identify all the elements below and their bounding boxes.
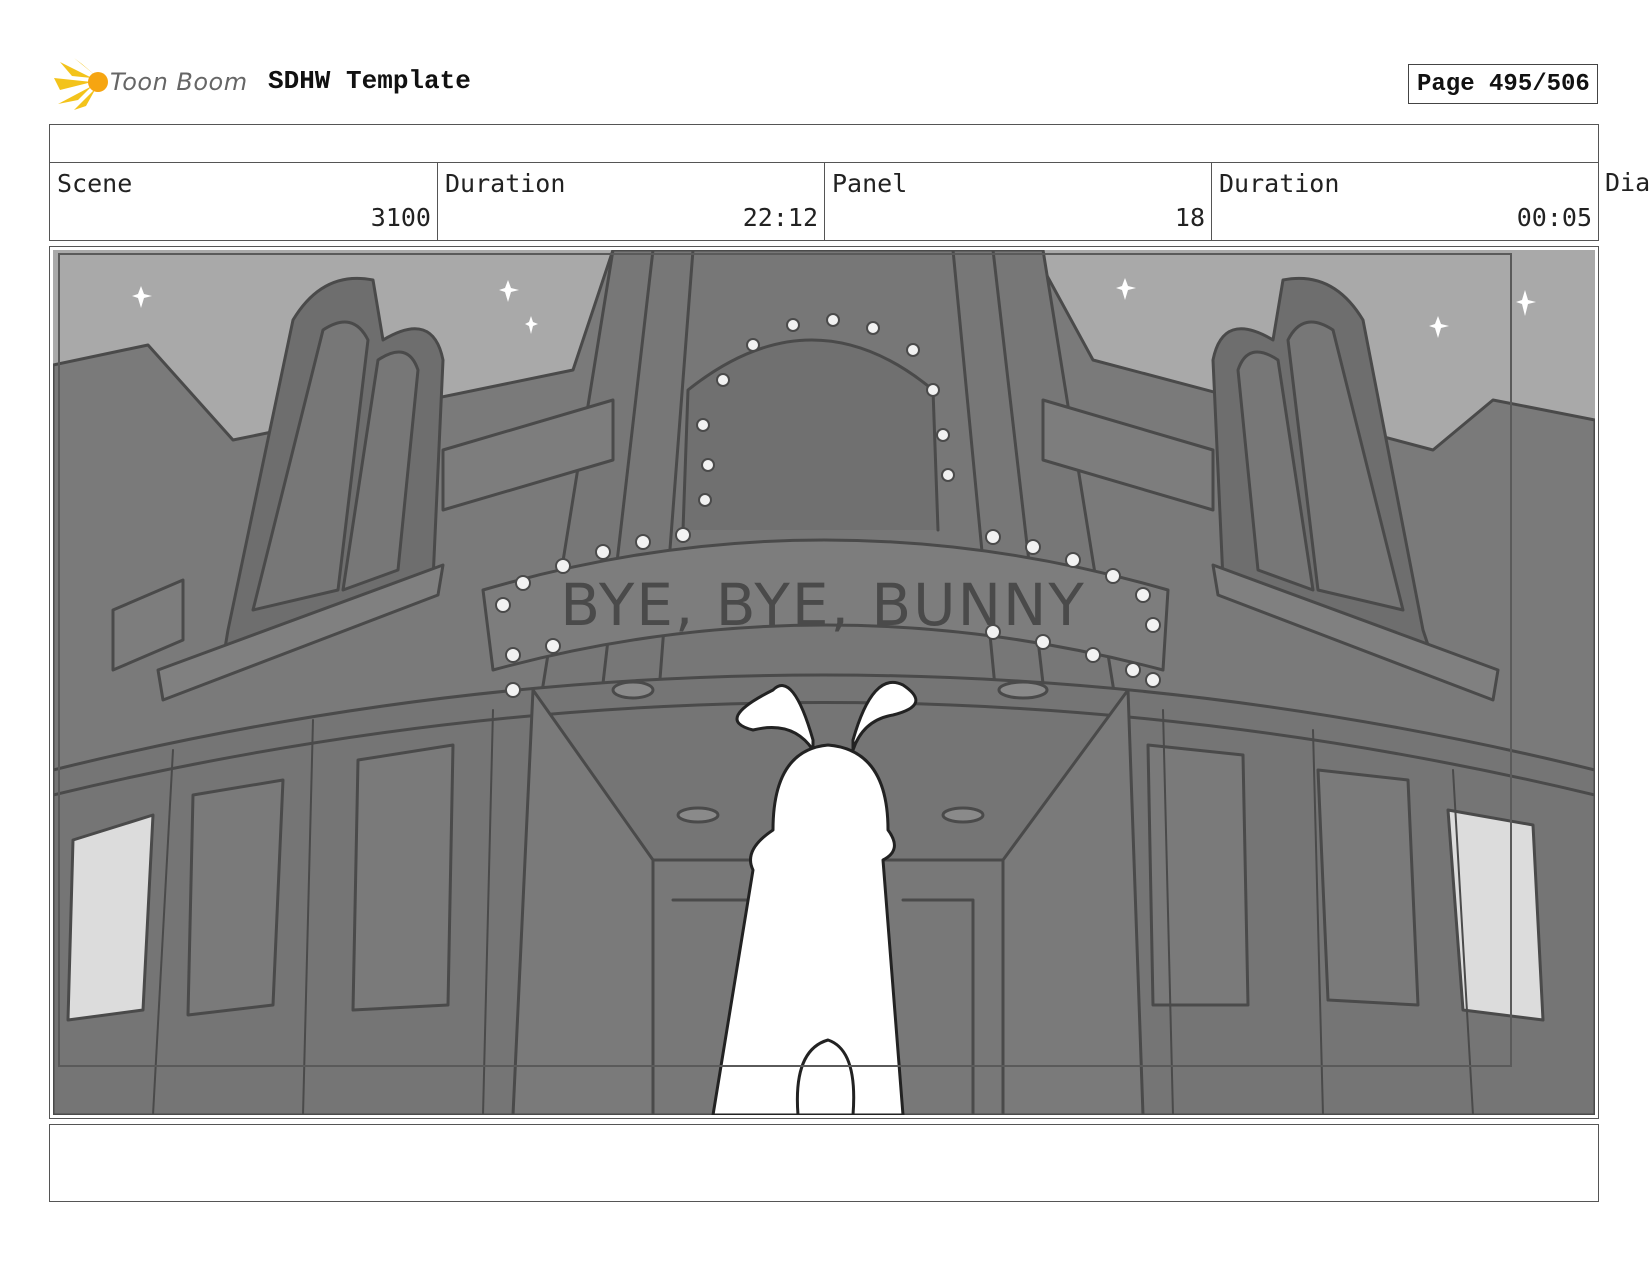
caption-box [49, 1124, 1599, 1202]
scene-duration-cell: Duration 22:12 [438, 163, 825, 240]
header-strip [49, 124, 1599, 162]
panel-duration-cell: Duration 00:05 [1212, 163, 1598, 240]
panel-value: 18 [1174, 203, 1205, 232]
brand-name: Toon Boom [110, 68, 248, 96]
scene-label: Scene [57, 169, 133, 198]
page-number: Page 495/506 [1417, 71, 1590, 98]
panel-label: Panel [832, 169, 908, 198]
page-indicator: Page 495/506 [1408, 64, 1598, 104]
tower-arch [681, 338, 940, 532]
scene-duration-value: 22:12 [742, 203, 818, 232]
panel-duration-label: Duration [1219, 169, 1340, 198]
scene-cell: Scene 3100 [50, 163, 438, 240]
storyboard-drawing: BYE, BYE, BUNNY [53, 250, 1595, 1115]
panel-duration-value: 00:05 [1516, 203, 1592, 232]
marquee-text: BYE, BYE, BUNNY [560, 571, 1086, 639]
dialogue-label: Dia [1605, 168, 1650, 197]
panel-info-row: Scene 3100 Duration 22:12 Panel 18 Durat… [49, 162, 1599, 241]
scene-value: 3100 [370, 203, 431, 232]
document-title: SDHW Template [268, 66, 471, 96]
panel-cell: Panel 18 [825, 163, 1212, 240]
scene-duration-label: Duration [445, 169, 566, 198]
